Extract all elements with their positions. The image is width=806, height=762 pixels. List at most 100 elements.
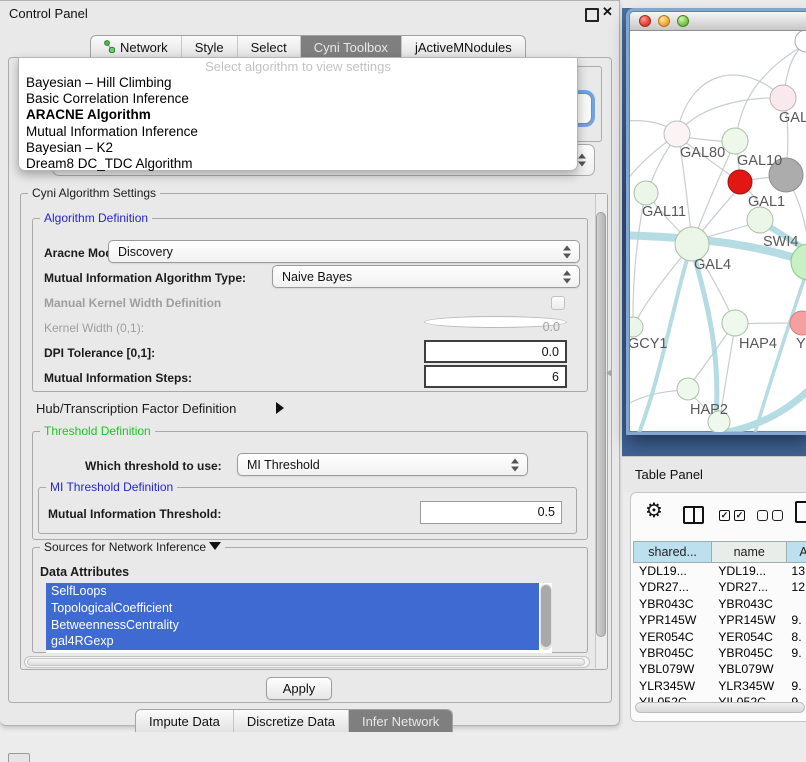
splitter-collapse-arrow[interactable] (606, 369, 612, 377)
list-item-betweennesscentrality[interactable]: BetweennessCentrality (46, 617, 539, 634)
checkbox-checked-icon[interactable]: ✓ (734, 510, 745, 521)
network-edges-teal (630, 222, 806, 432)
list-item-gal4rgexp[interactable]: gal4RGexp (46, 633, 539, 650)
cell[interactable]: YBR045C (633, 645, 712, 661)
column-header-name[interactable]: name (712, 541, 787, 563)
node-hap2[interactable] (677, 378, 699, 400)
cell[interactable]: YPR145W (633, 612, 712, 628)
tab-select[interactable]: Select (237, 36, 300, 58)
cell[interactable]: YPR145W (712, 612, 787, 628)
cell[interactable]: 9. (787, 645, 806, 661)
cell[interactable] (787, 596, 806, 612)
tab-jactivemnodules[interactable]: jActiveMNodules (401, 36, 525, 58)
cell[interactable]: YLR345W (712, 678, 787, 694)
collapsed-panel-button[interactable] (8, 753, 30, 762)
tab-impute-data[interactable]: Impute Data (136, 710, 233, 732)
close-traffic-light-icon[interactable] (639, 15, 651, 27)
node-gal4[interactable] (675, 227, 709, 261)
dpi-tolerance-field[interactable]: 0.0 (424, 340, 567, 363)
cell[interactable]: YDR27... (712, 579, 787, 595)
stepper-arrows-icon (563, 270, 572, 283)
cell[interactable]: YDL19... (712, 563, 787, 579)
document-icon[interactable] (795, 501, 806, 523)
cell[interactable]: 13 (787, 563, 806, 579)
aracne-mode-combo[interactable]: Discovery (108, 240, 580, 263)
cell[interactable]: YER054C (712, 629, 787, 645)
float-window-icon[interactable] (585, 8, 599, 22)
cell[interactable]: YBR045C (712, 645, 787, 661)
manual-kernel-width-checkbox[interactable] (551, 296, 565, 310)
collapse-down-icon[interactable] (209, 542, 221, 550)
checkbox-empty-icon[interactable] (757, 510, 768, 521)
settings-hscrollbar-thumb[interactable] (27, 658, 585, 666)
table-row[interactable]: YER054C YER054C 8. (633, 629, 806, 645)
cell[interactable]: YDL19... (633, 563, 712, 579)
cell[interactable]: 12 (787, 579, 806, 595)
column-header-shared-name[interactable]: shared... (633, 541, 712, 563)
cell[interactable]: YLR345W (633, 678, 712, 694)
cell[interactable]: YBR043C (712, 596, 787, 612)
dropdown-item-basic-correlation[interactable]: Basic Correlation Inference (19, 91, 577, 107)
stepper-arrows-icon (578, 154, 587, 167)
checkbox-checked-icon[interactable]: ✓ (719, 510, 730, 521)
tab-network[interactable]: Network (91, 36, 181, 58)
node-gcy1[interactable] (630, 317, 643, 337)
cell[interactable]: 9. (787, 612, 806, 628)
mi-threshold-field[interactable]: 0.5 (420, 501, 562, 524)
table-row[interactable]: YDR27... YDR27... 12 (633, 579, 806, 595)
kernel-width-field[interactable]: 0.0 (424, 316, 567, 328)
mi-algorithm-type-combo[interactable]: Naive Bayes (272, 265, 580, 288)
checkbox-empty-icon[interactable] (772, 510, 783, 521)
tab-infer-network[interactable]: Infer Network (348, 710, 452, 732)
table-row[interactable]: YBL079W YBL079W (633, 661, 806, 677)
cell[interactable]: YDR27... (633, 579, 712, 595)
cell[interactable]: 9. (787, 678, 806, 694)
split-columns-icon[interactable] (683, 506, 704, 524)
table-hscrollbar[interactable] (635, 702, 805, 713)
node-label: GAL1 (748, 194, 785, 210)
tab-style[interactable]: Style (181, 36, 237, 58)
apply-button[interactable]: Apply (266, 677, 332, 700)
node-red-selected[interactable] (728, 170, 752, 194)
node-gal80[interactable] (664, 121, 690, 147)
table-row[interactable]: YBR045C YBR045C 9. (633, 645, 806, 661)
zoom-traffic-light-icon[interactable] (677, 15, 689, 27)
cell[interactable]: 8. (787, 629, 806, 645)
list-item-topologicalcoefficient[interactable]: TopologicalCoefficient (46, 600, 539, 617)
table-row[interactable]: YPR145W YPR145W 9. (633, 612, 806, 628)
gear-icon[interactable]: ⚙ (645, 501, 663, 521)
cell[interactable]: YBL079W (633, 661, 712, 677)
attributes-scrollbar-thumb[interactable] (541, 585, 551, 647)
minimize-traffic-light-icon[interactable] (658, 15, 670, 27)
close-icon[interactable]: ✕ (602, 4, 613, 20)
table-row[interactable]: YLR345W YLR345W 9. (633, 678, 806, 694)
dropdown-item-bayesian-hill[interactable]: Bayesian – Hill Climbing (19, 75, 577, 91)
table-row[interactable]: YDL19... YDL19... 13 (633, 563, 806, 579)
dropdown-item-mutual-information[interactable]: Mutual Information Inference (19, 124, 577, 140)
tab-discretize-data[interactable]: Discretize Data (233, 710, 348, 732)
dropdown-item-aracne[interactable]: ARACNE Algorithm (19, 107, 577, 123)
node-gal-partial[interactable] (770, 85, 796, 111)
settings-scrollbar-thumb[interactable] (596, 212, 606, 637)
cell[interactable]: YBL079W (712, 661, 787, 677)
hub-section-label[interactable]: Hub/Transcription Factor Definition (36, 401, 236, 416)
node-gal10[interactable] (722, 128, 748, 154)
table-row[interactable]: YBR043C YBR043C (633, 596, 806, 612)
dropdown-item-dream8[interactable]: Dream8 DC_TDC Algorithm (19, 156, 577, 172)
list-item-selfloops[interactable]: SelfLoops (46, 583, 539, 600)
cell[interactable]: YBR043C (633, 596, 712, 612)
mi-steps-field[interactable]: 6 (424, 365, 567, 388)
attributes-scrollbar-track[interactable] (540, 584, 552, 650)
node-hap4[interactable] (722, 310, 748, 336)
cell[interactable]: YER054C (633, 629, 712, 645)
which-threshold-combo[interactable]: MI Threshold (237, 453, 528, 476)
tab-cyni-toolbox[interactable]: Cyni Toolbox (300, 36, 401, 58)
settings-hscrollbar[interactable] (24, 656, 590, 668)
expand-right-icon[interactable] (276, 402, 284, 414)
network-window-titlebar[interactable] (630, 12, 806, 31)
dropdown-item-bayesian-k2[interactable]: Bayesian – K2 (19, 140, 577, 156)
node-gal11[interactable] (634, 181, 658, 205)
node-gal1[interactable] (747, 207, 773, 233)
cell[interactable] (787, 661, 806, 677)
column-header-partial[interactable]: A (787, 541, 806, 563)
